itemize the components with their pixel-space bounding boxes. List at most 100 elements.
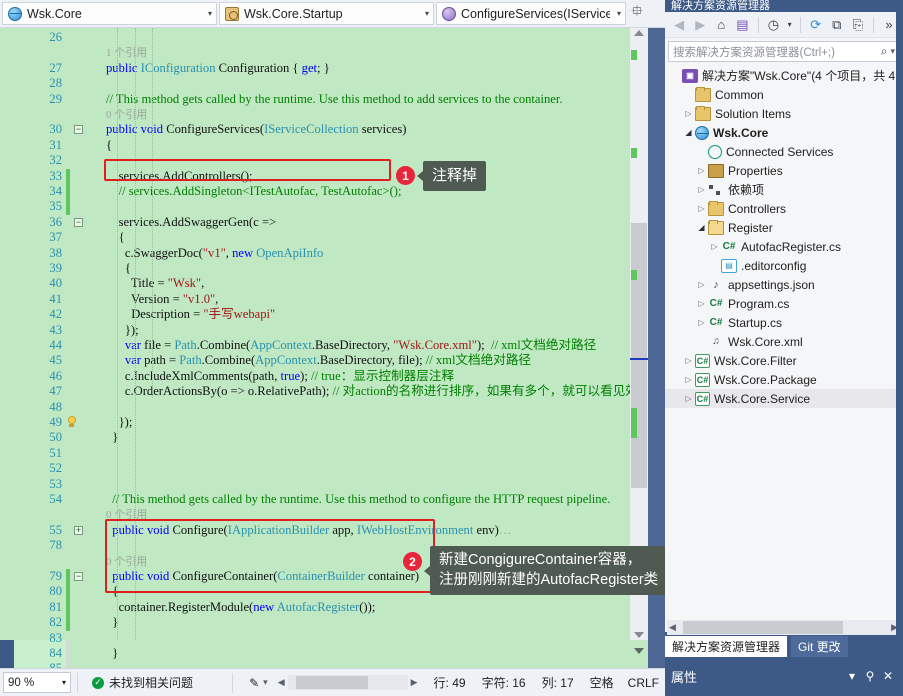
code-line[interactable] (106, 446, 109, 461)
search-input[interactable]: 搜索解决方案资源管理器(Ctrl+;) (673, 44, 881, 60)
editor-scroll-down-region[interactable] (630, 640, 648, 668)
solution-explorer-horizontal-scrollbar[interactable]: ◀ ▶ (667, 620, 901, 635)
search-icon[interactable]: ⌕ (881, 44, 888, 59)
chevron-right-icon[interactable]: ▷ (682, 109, 695, 118)
code-line[interactable] (106, 631, 109, 646)
code-line[interactable]: Title = "Wsk", (106, 276, 204, 291)
pending-changes-icon[interactable]: ◷ (764, 15, 782, 35)
panel-tab[interactable]: 解决方案资源管理器 (665, 636, 788, 657)
tree-item[interactable]: ▤ .editorconfig (665, 256, 903, 275)
tree-item[interactable]: ▷ 依赖项 (665, 180, 903, 199)
code-line[interactable]: // services.AddSingleton<ITestAutofac, T… (106, 184, 402, 199)
scroll-up-arrow-icon[interactable] (634, 30, 644, 36)
scroll-left-arrow-icon[interactable]: ◀ (669, 622, 676, 633)
codelens-reference[interactable]: 1 个引用 (106, 45, 147, 60)
tree-item[interactable]: ▷ C# Startup.cs (665, 313, 903, 332)
chevron-down-icon[interactable]: ◢ (682, 128, 695, 137)
indentation-label[interactable]: 空格 (590, 674, 614, 691)
chevron-down-icon[interactable]: ▾ (615, 9, 621, 18)
code-line[interactable]: { (106, 138, 112, 153)
scroll-left-arrow-icon[interactable]: ◀ (278, 677, 285, 688)
code-line[interactable] (106, 30, 109, 45)
code-line[interactable]: services.AddSwaggerGen(c => (106, 215, 277, 230)
forward-arrow-icon[interactable]: ▶ (691, 15, 709, 35)
tree-item[interactable]: Connected Services (665, 142, 903, 161)
chevron-down-icon[interactable]: ▾ (263, 677, 268, 688)
chevron-right-icon[interactable]: ▷ (708, 242, 721, 251)
code-line[interactable]: Version = "v1.0", (106, 292, 218, 307)
code-line[interactable]: { (106, 261, 131, 276)
chevron-down-icon[interactable]: ▾ (423, 9, 429, 18)
pin-icon[interactable]: ⚲ (861, 669, 879, 683)
code-line[interactable]: c.SwaggerDoc("v1", new OpenApiInfo (106, 246, 323, 261)
code-line[interactable]: var path = Path.Combine(AppContext.BaseD… (106, 353, 531, 368)
tree-item[interactable]: ▷ Controllers (665, 199, 903, 218)
chevron-right-icon[interactable]: ▷ (695, 204, 708, 213)
code-line[interactable] (106, 477, 109, 492)
line-ending-label[interactable]: CRLF (628, 676, 659, 690)
navbar-project-dropdown[interactable]: Wsk.Core ▾ (2, 2, 217, 25)
tree-item[interactable]: ▷ Properties (665, 161, 903, 180)
issue-status[interactable]: ✓ 未找到相关问题 (92, 674, 193, 691)
code-line[interactable] (106, 199, 109, 214)
code-line[interactable]: // This method gets called by the runtim… (106, 492, 610, 507)
chevron-down-icon[interactable]: ▾ (843, 669, 861, 683)
close-icon[interactable]: ✕ (879, 669, 897, 683)
collapse-all-icon[interactable]: ⧉ (828, 15, 846, 35)
scroll-right-arrow-icon[interactable]: ▶ (411, 677, 418, 688)
tree-item[interactable]: ▷ Solution Items (665, 104, 903, 123)
chevron-right-icon[interactable]: ▷ (682, 394, 695, 403)
tree-item[interactable]: ▷ C# Program.cs (665, 294, 903, 313)
show-all-files-icon[interactable]: ⎘ (849, 15, 867, 35)
navbar-type-dropdown[interactable]: Wsk.Core.Startup ▾ (219, 2, 434, 25)
chevron-right-icon[interactable]: ▷ (695, 280, 708, 289)
chevron-down-icon[interactable]: ▾ (890, 46, 895, 57)
tree-item[interactable]: ▷ ♪ appsettings.json (665, 275, 903, 294)
solution-explorer-search-box[interactable]: 搜索解决方案资源管理器(Ctrl+;) ⌕ ▾ (668, 41, 900, 62)
chevron-right-icon[interactable]: ▷ (695, 299, 708, 308)
chevron-down-icon[interactable]: ◢ (695, 223, 708, 232)
code-line[interactable]: c.OrderActionsBy(o => o.RelativePath); /… (106, 384, 665, 399)
code-line[interactable] (106, 538, 109, 553)
scrollbar-thumb[interactable] (631, 223, 647, 488)
chevron-right-icon[interactable]: ▷ (682, 356, 695, 365)
scrollbar-thumb[interactable] (295, 676, 368, 689)
panel-tab[interactable]: Git 更改 (791, 636, 848, 657)
chevron-right-icon[interactable]: ▷ (695, 185, 708, 194)
tree-item[interactable]: ▷ C# AutofacRegister.cs (665, 237, 903, 256)
code-fold-toggle[interactable]: − (74, 572, 83, 581)
code-line[interactable]: var file = Path.Combine(AppContext.BaseD… (106, 338, 596, 353)
lightbulb-icon[interactable] (66, 416, 77, 429)
annotation-pen-button[interactable]: ✎ ▾ (249, 676, 268, 690)
codelens-reference[interactable]: 0 个引用 (106, 107, 147, 122)
pending-changes-caret-icon[interactable]: ▾ (786, 15, 794, 35)
tree-item[interactable]: ♫ Wsk.Core.xml (665, 332, 903, 351)
chevron-right-icon[interactable]: ▷ (695, 166, 708, 175)
code-line[interactable]: } (106, 646, 118, 661)
chevron-down-icon[interactable]: ▾ (206, 9, 212, 18)
tree-item[interactable]: ◢ Register (665, 218, 903, 237)
split-view-icon[interactable]: ⯐ (626, 0, 648, 27)
codelens-reference[interactable]: 0 个引用 (106, 507, 147, 522)
tree-item[interactable]: ▣ 解决方案"Wsk.Core"(4 个项目，共 4 (665, 66, 903, 85)
code-line[interactable] (106, 461, 109, 476)
back-arrow-icon[interactable]: ◀ (670, 15, 688, 35)
code-line[interactable]: }); (106, 323, 139, 338)
home-icon[interactable]: ⌂ (712, 15, 730, 35)
code-fold-toggle[interactable]: − (74, 125, 83, 135)
code-line[interactable]: { (106, 230, 125, 245)
chevron-right-icon[interactable]: ▷ (682, 375, 695, 384)
code-line[interactable]: container.RegisterModule(new AutofacRegi… (106, 600, 376, 615)
code-fold-toggle[interactable]: − (74, 217, 83, 227)
code-line[interactable] (106, 76, 109, 91)
code-line[interactable]: public void Configure(IApplicationBuilde… (106, 523, 511, 538)
codelens-reference[interactable]: 0 个引用 (106, 554, 147, 569)
code-fold-toggle[interactable]: + (74, 525, 83, 535)
chevron-down-icon[interactable]: ▾ (62, 678, 66, 687)
code-line[interactable] (106, 400, 109, 415)
navbar-member-dropdown[interactable]: ConfigureServices(IServiceCol ▾ (436, 2, 626, 25)
tree-item[interactable]: ▷ C# Wsk.Core.Filter (665, 351, 903, 370)
solution-explorer-tree[interactable]: ▣ 解决方案"Wsk.Core"(4 个项目，共 4 Common ▷ Solution… (665, 66, 903, 618)
chevron-right-icon[interactable]: ▷ (695, 318, 708, 327)
refresh-icon[interactable]: ⟳ (807, 15, 825, 35)
